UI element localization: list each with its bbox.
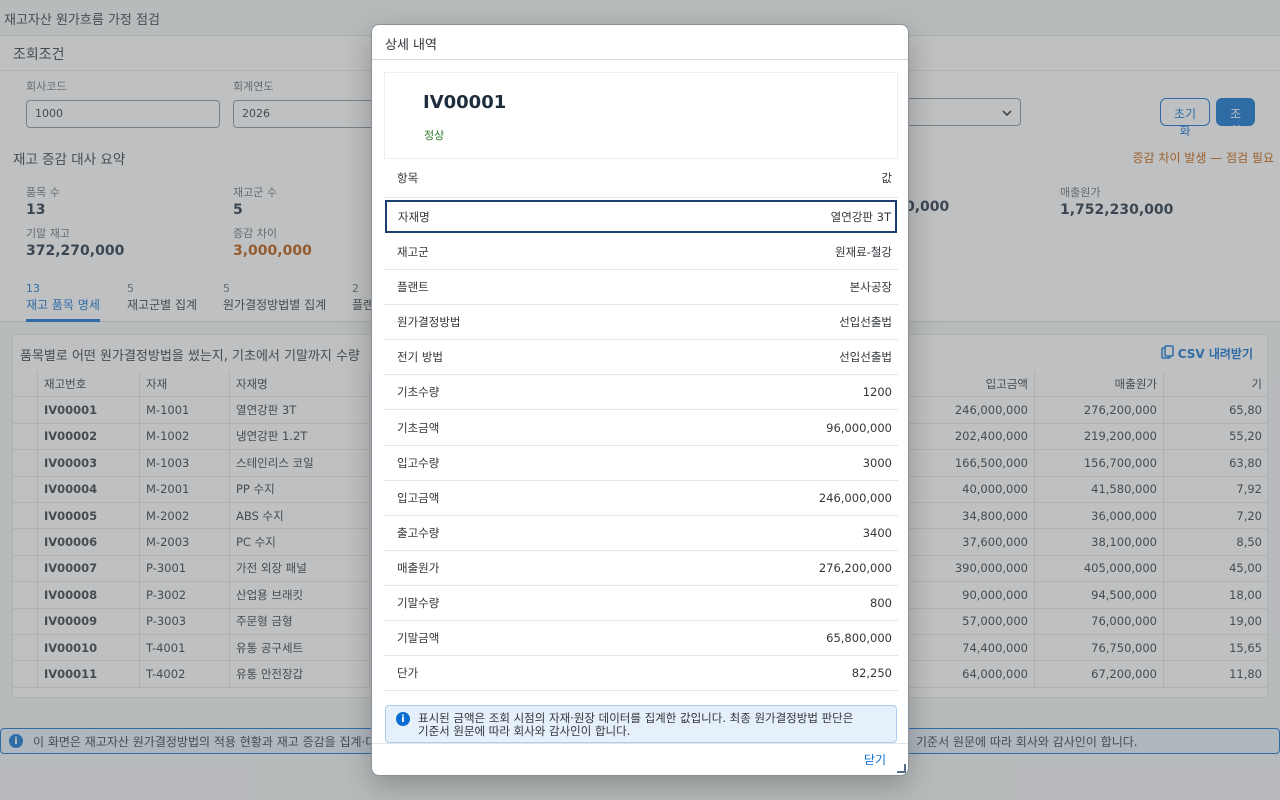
detail-row[interactable]: 입고수량 3000 <box>384 446 898 481</box>
detail-value: 열연강판 3T <box>830 209 891 224</box>
detail-row[interactable]: 기말수량 800 <box>384 586 898 622</box>
detail-row[interactable]: 출고수량 3400 <box>384 516 898 551</box>
detail-value: 800 <box>870 595 892 610</box>
detail-key: 매출원가 <box>397 560 440 575</box>
resize-handle-icon[interactable] <box>897 764 906 773</box>
detail-row[interactable]: 단가 82,250 <box>384 656 898 692</box>
info-icon: i <box>396 712 410 726</box>
detail-key: 자재명 <box>398 209 430 224</box>
detail-key: 입고금액 <box>397 490 440 505</box>
detail-value: 선입선출법 <box>839 315 892 330</box>
dialog-footer: 닫기 <box>372 743 908 775</box>
detail-key: 플랜트 <box>397 280 429 295</box>
detail-key: 기말금액 <box>397 631 440 646</box>
detail-key: 출고수량 <box>397 525 440 540</box>
detail-value: 선입선출법 <box>839 350 892 365</box>
detail-row[interactable]: 자재명 열연강판 3T <box>385 200 897 233</box>
detail-table: 항목 값 자재명 열연강판 3T 재고군 원재료-철강 플랜트 본사공장 원가결정방법 선입선… <box>384 159 898 692</box>
dialog-info-line: 기준서 원문에 따라 회사와 감사인이 합니다. <box>418 724 631 738</box>
dialog-info-text: 표시된 금액은 조회 시점의 자재·원장 데이터를 집계한 값입니다. 최종 원… <box>418 712 853 738</box>
object-header: IV00001 정상 <box>384 72 898 159</box>
column-header-item: 항목 <box>397 171 419 185</box>
detail-value: 원재료-철강 <box>834 245 892 260</box>
detail-key: 기초수량 <box>397 385 440 400</box>
detail-value: 65,800,000 <box>826 631 892 646</box>
detail-dialog: 상세 내역 IV00001 정상 항목 값 자재명 열연강판 3T 재고군 원재료-철… <box>371 24 909 776</box>
detail-value: 96,000,000 <box>826 420 892 435</box>
object-id: IV00001 <box>423 92 507 113</box>
detail-value: 1200 <box>862 385 892 400</box>
detail-key: 기초금액 <box>397 420 440 435</box>
detail-key: 단가 <box>397 666 419 681</box>
detail-key: 재고군 <box>397 245 429 260</box>
close-button[interactable]: 닫기 <box>864 751 886 768</box>
detail-value: 82,250 <box>851 666 892 681</box>
detail-row[interactable]: 매출원가 276,200,000 <box>384 551 898 586</box>
dialog-title: 상세 내역 <box>372 25 908 60</box>
detail-row[interactable]: 플랜트 본사공장 <box>384 270 898 306</box>
detail-key: 원가결정방법 <box>397 315 461 330</box>
dialog-info-strip: i 표시된 금액은 조회 시점의 자재·원장 데이터를 집계한 값입니다. 최종… <box>385 705 897 743</box>
detail-value: 본사공장 <box>849 280 892 295</box>
column-header-value: 값 <box>881 171 892 185</box>
detail-row[interactable]: 원가결정방법 선입선출법 <box>384 305 898 341</box>
dialog-body: IV00001 정상 항목 값 자재명 열연강판 3T 재고군 원재료-철강플랜트 본사… <box>384 72 898 692</box>
detail-key: 기말수량 <box>397 595 440 610</box>
detail-key: 입고수량 <box>397 455 440 470</box>
detail-table-header: 항목 값 <box>384 159 898 198</box>
detail-value: 276,200,000 <box>818 560 892 575</box>
status-badge: 정상 <box>424 129 445 142</box>
detail-row[interactable]: 전기 방법 선입선출법 <box>384 340 898 376</box>
detail-row[interactable]: 기말금액 65,800,000 <box>384 621 898 657</box>
detail-value: 3400 <box>862 525 892 540</box>
detail-key: 전기 방법 <box>397 350 443 365</box>
detail-value: 246,000,000 <box>818 490 892 505</box>
detail-row[interactable]: 입고금액 246,000,000 <box>384 481 898 516</box>
detail-value: 3000 <box>862 455 892 470</box>
detail-row[interactable]: 기초금액 96,000,000 <box>384 410 898 446</box>
detail-row[interactable]: 기초수량 1200 <box>384 375 898 411</box>
detail-row[interactable]: 재고군 원재료-철강 <box>384 235 898 271</box>
